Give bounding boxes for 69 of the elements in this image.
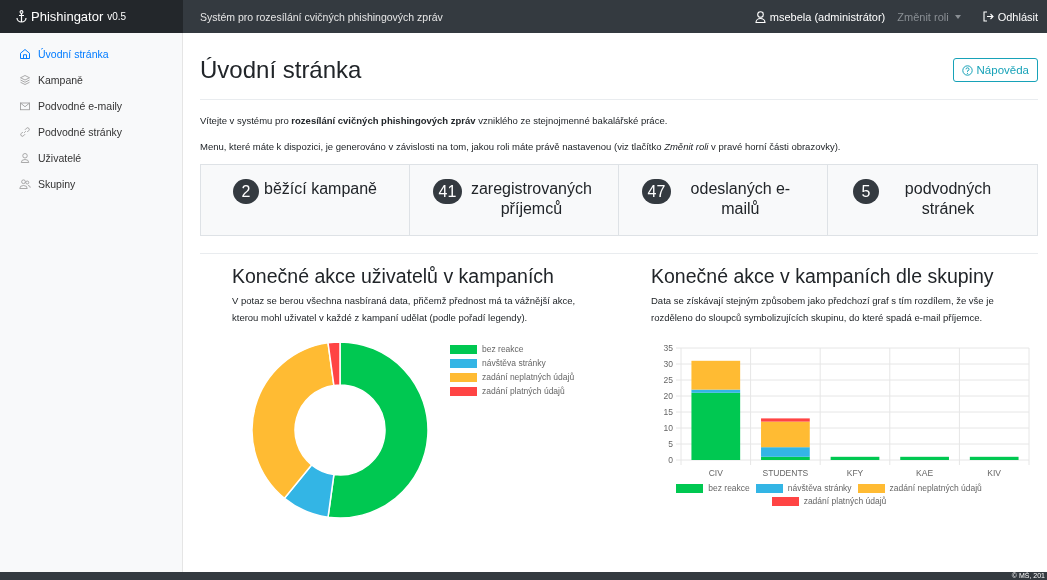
legend-label: bez reakce — [482, 344, 524, 354]
legend-swatch — [676, 483, 704, 493]
layers-icon — [19, 74, 31, 86]
sidebar-item[interactable]: Úvodní stránka — [0, 41, 182, 67]
axis-label: 10 — [663, 423, 673, 433]
stat-label: odeslaných e-mailů — [689, 179, 792, 219]
page-title: Úvodní stránka — [200, 55, 362, 84]
axis-label: 35 — [663, 343, 673, 353]
count-badge: 41 — [432, 179, 463, 204]
axis-label: 30 — [663, 359, 673, 369]
category-label: KAE — [916, 468, 934, 478]
user-name: msebela (administrátor) — [769, 10, 886, 23]
bar-segment — [830, 456, 880, 460]
logout-icon — [982, 11, 994, 22]
legend-label: zadání neplatných údajů — [889, 483, 982, 493]
sidebar-item[interactable]: Skupiny — [0, 171, 182, 197]
chart-title: Konečné akce v kampaních dle skupiny — [651, 265, 995, 288]
intro-text: Vítejte v systému pro rozesílání cvičných phishingových zpráv vzniklého ze stejnojmenné bakalářské práce. — [200, 115, 669, 126]
user-icon — [754, 10, 766, 23]
legend-swatch — [450, 358, 477, 368]
legend-swatch — [771, 496, 799, 506]
legend-swatch — [755, 483, 783, 493]
chart-description: V potaz se berou všechna nasbíraná data, přičemž přednost má ta vážnější akce, kterou mohl uživatel v každé z kampaní udělat (podle pořadí legendy). — [232, 294, 577, 325]
stat-label: zaregistrovaných příjemců — [469, 179, 593, 219]
axis-label: 25 — [663, 375, 673, 385]
legend-label: návštěva stránky — [482, 358, 546, 368]
count-badge: 47 — [641, 179, 672, 204]
category-label: KIV — [987, 468, 1002, 478]
category-label: CIV — [708, 468, 723, 478]
legend-label: návštěva stránky — [787, 483, 852, 493]
legend-label: zadání platných údajů — [803, 496, 887, 506]
count-badge: 2 — [233, 179, 259, 204]
category-label: KFY — [846, 468, 864, 478]
chart-description: Data se získávají stejným způsobem jako předchozí graf s tím rozdílem, že vše je rozděleno do sloupců symbolizujících skupinu, do které spadá e-mail příjemce. — [651, 294, 995, 325]
bar-segment — [969, 456, 1019, 460]
users-icon — [19, 178, 31, 190]
stat-label: podvodných stránek — [903, 179, 993, 219]
role-menu[interactable]: Změnit roli — [897, 10, 961, 23]
sidebar-item[interactable]: Podvodné e-maily — [0, 93, 182, 119]
axis-label: 20 — [663, 391, 673, 401]
bar-segment — [900, 456, 949, 460]
legend-swatch — [857, 483, 885, 493]
legend-swatch — [450, 386, 477, 396]
envelope-icon — [19, 100, 31, 112]
legend-label: zadání neplatných údajů — [482, 372, 575, 382]
legend-label: zadání platných údajů — [482, 386, 565, 396]
version-label: v0.5 — [107, 11, 127, 22]
legend-swatch — [450, 372, 477, 382]
link-icon — [19, 126, 31, 138]
sidebar-item[interactable]: Uživatelé — [0, 145, 182, 171]
category-label: STUDENTS — [762, 468, 809, 478]
anchor-icon — [16, 10, 27, 23]
help-icon — [961, 64, 973, 76]
brand-name[interactable]: Phishingator — [31, 9, 104, 24]
legend-swatch — [450, 344, 477, 354]
axis-label: 5 — [668, 439, 673, 449]
user-icon — [19, 152, 31, 164]
axis-label: 15 — [663, 407, 673, 417]
legend-label: bez reakce — [708, 483, 750, 493]
home-icon — [19, 48, 31, 60]
sidebar-item[interactable]: Podvodné stránky — [0, 119, 182, 145]
sidebar-item[interactable]: Kampaně — [0, 67, 182, 93]
axis-label: 0 — [668, 455, 673, 465]
logout-link[interactable]: Odhlásit — [982, 10, 1038, 23]
stat-label: běžící kampaně — [264, 179, 377, 199]
menu-note: Menu, které máte k dispozici, je generováno v závislosti na tom, jakou roli máte právě nastavenou (viz tlačítko Změnit roli v pravé horní části obrazovky). — [200, 141, 842, 152]
app-title: Systém pro rozesílání cvičných phishingových zpráv — [199, 10, 444, 23]
chart-title: Konečné akce uživatelů v kampaních — [232, 265, 555, 288]
count-badge: 5 — [853, 179, 879, 204]
